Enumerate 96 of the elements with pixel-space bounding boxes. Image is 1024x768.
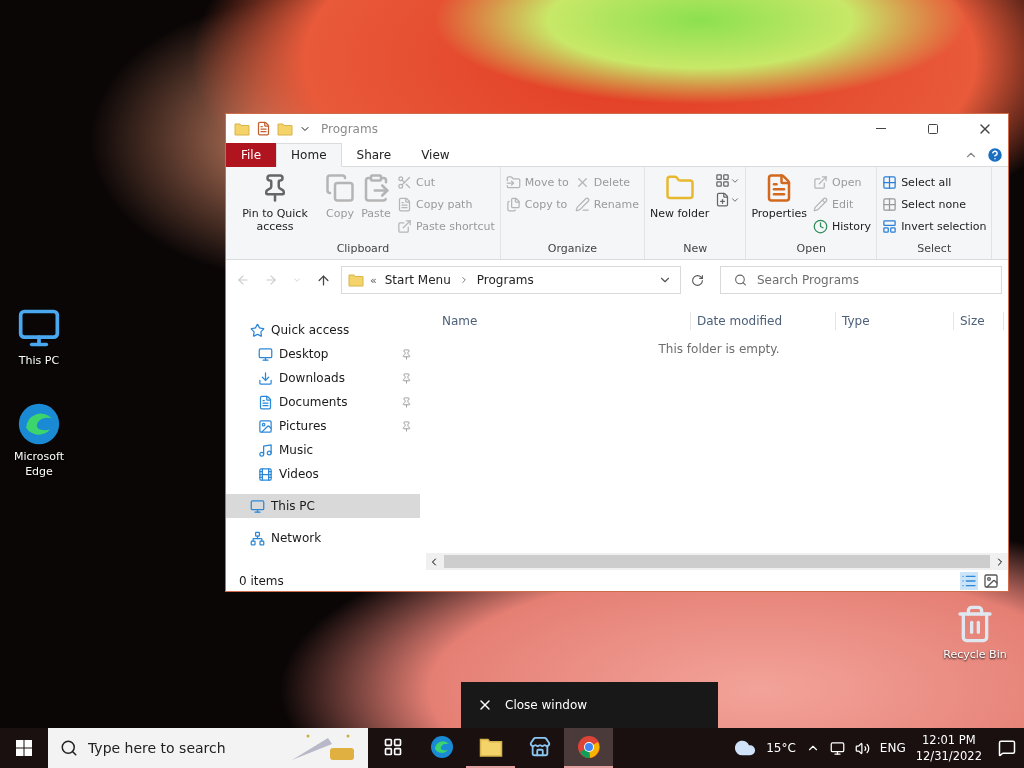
folder-icon xyxy=(348,272,364,288)
scroll-thumb[interactable] xyxy=(444,555,990,568)
nav-item[interactable]: Documents xyxy=(226,390,420,414)
back-arrow-icon xyxy=(236,273,250,287)
windows-logo-icon xyxy=(16,740,32,756)
browser-swirl-icon xyxy=(429,735,454,759)
column-header[interactable]: Name xyxy=(436,312,691,330)
jump-list-item[interactable]: Close window xyxy=(461,682,718,728)
ribbon-button[interactable]: Select all xyxy=(880,171,989,193)
group-label: Clipboard xyxy=(336,241,390,257)
notifications-icon[interactable] xyxy=(998,739,1016,757)
folder-arrow-icon xyxy=(505,174,521,190)
ribbon-button[interactable]: New folder xyxy=(647,171,712,222)
breadcrumb[interactable]: Start Menu xyxy=(382,273,453,287)
details-view-button[interactable] xyxy=(960,571,978,590)
new-file-icon xyxy=(715,192,731,207)
network-icon xyxy=(250,530,265,546)
nav-item[interactable]: Pictures xyxy=(226,414,420,438)
ribbon-button[interactable]: Pin to Quick access xyxy=(229,171,321,235)
document-icon xyxy=(397,196,412,212)
browser-swirl-icon xyxy=(17,402,61,446)
status-text: 0 items xyxy=(239,573,285,588)
language-indicator[interactable]: ENG xyxy=(879,741,906,755)
invert-grid-icon xyxy=(882,218,898,234)
taskbar-search-field[interactable]: Type here to search xyxy=(48,728,368,768)
maximize-icon xyxy=(927,122,939,135)
ribbon-tab[interactable]: Share xyxy=(341,143,407,167)
window-title: Programs xyxy=(321,121,378,136)
desktop-icon-label[interactable]: This PC xyxy=(3,353,75,368)
temperature[interactable]: 15°C xyxy=(766,741,796,755)
refresh-icon xyxy=(691,273,704,287)
monitor-icon xyxy=(250,498,265,514)
scissors-icon xyxy=(397,174,412,190)
group-label: New xyxy=(683,241,708,257)
document-icon xyxy=(258,394,273,410)
group-label: Select xyxy=(917,241,952,257)
clock-icon xyxy=(813,218,828,234)
group-label: Open xyxy=(796,241,826,257)
nav-item[interactable]: Quick access xyxy=(226,318,420,342)
ribbon-button[interactable]: Properties xyxy=(749,171,809,222)
star-icon xyxy=(250,322,265,338)
search-field[interactable]: Search Programs xyxy=(720,266,1002,294)
empty-grid-icon xyxy=(882,196,898,212)
round-browser-icon xyxy=(576,735,601,759)
rename-icon xyxy=(574,196,590,212)
download-icon xyxy=(258,370,273,386)
nav-item[interactable]: Network xyxy=(226,526,420,550)
column-header[interactable]: Type xyxy=(836,312,954,330)
caret-icon xyxy=(292,275,302,285)
ribbon-button[interactable]: Invert selection xyxy=(880,215,989,237)
nav-item[interactable]: This PC xyxy=(226,494,420,518)
minimize-icon xyxy=(876,128,886,129)
volume-icon[interactable] xyxy=(854,740,870,756)
nav-item[interactable]: Music xyxy=(226,438,420,462)
ribbon-button[interactable]: Select none xyxy=(880,193,989,215)
shopping-bag-icon xyxy=(528,736,551,758)
search-icon xyxy=(734,273,747,287)
nav-item[interactable]: Desktop xyxy=(226,342,420,366)
desktop-icon-label[interactable]: Microsoft Edge xyxy=(3,449,75,479)
overflow-chevron[interactable]: « xyxy=(370,273,377,287)
jump-list-label: Close window xyxy=(505,698,588,712)
picture-icon xyxy=(983,572,999,589)
pencil-icon xyxy=(813,196,828,212)
nav-item[interactable]: Downloads xyxy=(226,366,420,390)
column-header[interactable]: Date modified xyxy=(691,312,836,330)
network-icon[interactable] xyxy=(829,740,845,756)
ribbon-tab[interactable]: View xyxy=(406,143,465,167)
empty-folder-message: This folder is empty. xyxy=(658,342,780,356)
picture-icon xyxy=(258,418,273,434)
address-bar[interactable]: « Start Menu Programs xyxy=(341,266,681,294)
nav-item[interactable]: Videos xyxy=(226,462,420,486)
open-icon xyxy=(813,174,828,190)
breadcrumb[interactable]: Programs xyxy=(474,273,536,287)
grid-icon xyxy=(882,174,898,190)
checklist-icon[interactable] xyxy=(256,121,271,136)
shortcut-icon xyxy=(397,218,412,234)
copy-icon xyxy=(325,173,355,203)
ribbon-tab[interactable]: Home xyxy=(276,143,342,167)
taskbar-app[interactable] xyxy=(564,728,613,768)
folder-icon xyxy=(234,120,250,137)
desktop-icon xyxy=(258,346,273,362)
task-view-icon xyxy=(382,737,403,757)
forward-arrow-icon xyxy=(264,273,278,287)
clock[interactable]: 12:01 PM 12/31/2022 xyxy=(915,732,982,764)
group-label: Organize xyxy=(547,241,597,257)
column-header[interactable]: Size xyxy=(954,312,1004,330)
ribbon-button[interactable]: History xyxy=(811,215,874,237)
new-item-icon xyxy=(715,173,731,188)
help-icon[interactable] xyxy=(986,145,1004,164)
thumbnail-view-button[interactable] xyxy=(982,571,1000,590)
music-note-icon xyxy=(258,442,273,458)
horizontal-scrollbar[interactable] xyxy=(426,553,1008,570)
film-icon xyxy=(258,466,273,482)
search-icon xyxy=(60,739,78,757)
ribbon-tab[interactable]: File xyxy=(226,143,277,167)
documents-icon xyxy=(505,196,521,212)
